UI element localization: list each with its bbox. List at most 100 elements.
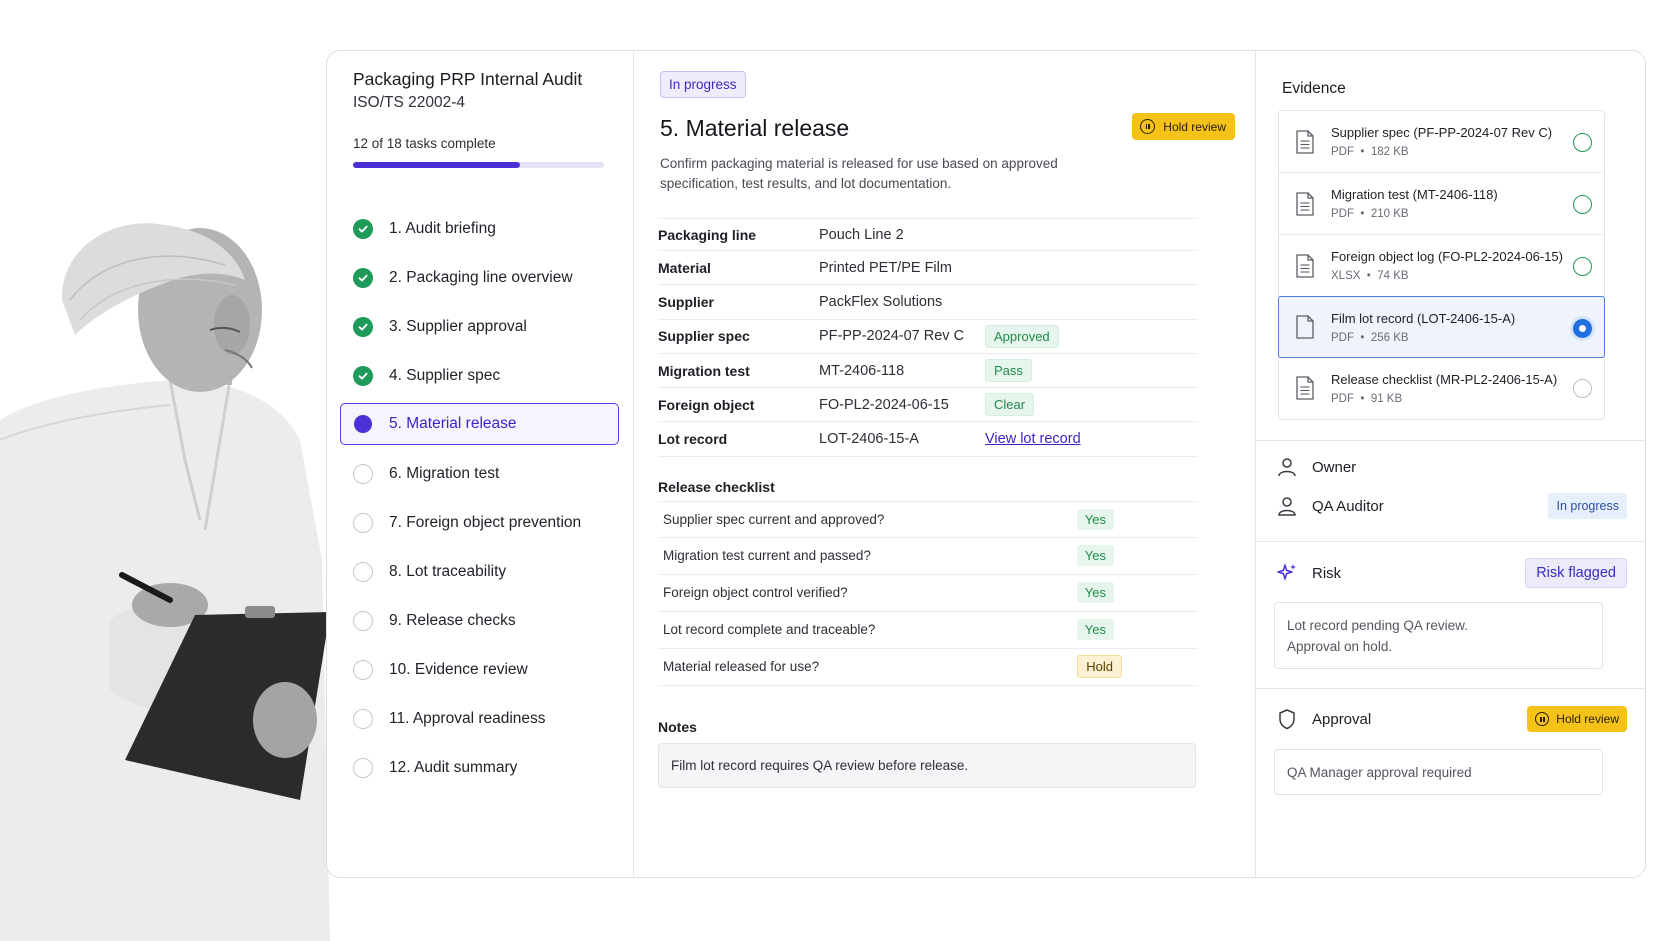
task-item[interactable]: 6. Migration test <box>340 449 619 498</box>
detail-value: Pouch Line 2 <box>819 226 904 243</box>
evidence-type: XLSX <box>1331 270 1361 282</box>
checklist-row: Supplier spec current and approved? Yes <box>658 500 1198 538</box>
divider <box>1256 440 1645 441</box>
progress-text: 12 of 18 tasks complete <box>353 136 496 151</box>
progress-bar-fill <box>353 162 521 168</box>
approval-note: QA Manager approval required <box>1274 749 1603 795</box>
task-item[interactable]: 10. Evidence review <box>340 645 619 694</box>
evidence-name: Supplier spec (PF-PP-2024-07 Rev C) <box>1331 125 1553 140</box>
user-icon <box>1278 497 1296 516</box>
shield-icon <box>1279 709 1295 730</box>
evidence-size: 182 KB <box>1370 146 1409 158</box>
evidence-meta: PDF • 210 KB <box>1331 208 1498 220</box>
task-label: 4. Supplier spec <box>389 366 501 384</box>
evidence-radio[interactable] <box>1573 319 1592 338</box>
separator-dot: • <box>1354 146 1371 158</box>
status-tag: Pass <box>985 359 1032 383</box>
detail-value: PF-PP-2024-07 Rev C <box>819 328 965 345</box>
owner-row: Owner <box>1276 456 1627 478</box>
check-circle-icon <box>353 365 373 386</box>
empty-circle-icon <box>353 561 373 582</box>
notes-field[interactable]: Film lot record requires QA review befor… <box>658 742 1196 788</box>
checklist-answer[interactable]: Yes <box>1076 508 1114 530</box>
checklist-answer[interactable]: Hold <box>1077 655 1122 679</box>
empty-circle-icon <box>353 512 373 533</box>
task-item[interactable]: 11. Approval readiness <box>340 694 619 743</box>
evidence-radio[interactable] <box>1573 195 1592 214</box>
hold-review-button[interactable]: Hold review <box>1132 113 1235 140</box>
document-icon <box>1296 129 1314 154</box>
detail-key: Foreign object <box>658 396 755 413</box>
pause-icon <box>1140 119 1156 134</box>
checklist-question: Supplier spec current and approved? <box>663 511 885 527</box>
evidence-size: 256 KB <box>1370 331 1409 344</box>
evidence-size: 210 KB <box>1370 208 1409 220</box>
checklist-row: Migration test current and passed? Yes <box>658 538 1198 575</box>
evidence-name: Film lot record (LOT-2406-15-A) <box>1331 310 1516 326</box>
approval-hold-badge[interactable]: Hold review <box>1527 706 1627 732</box>
evidence-item[interactable]: Migration test (MT-2406-118) PDF • 210 KB <box>1279 173 1604 235</box>
details-table: Packaging line Pouch Line 2 Material Printe… <box>658 218 1198 457</box>
evidence-item[interactable]: Foreign object log (FO-PL2-2024-06-15) XL… <box>1279 235 1604 297</box>
checklist-row: Material released for use? Hold <box>658 649 1198 686</box>
detail-row: Packaging line Pouch Line 2 <box>658 218 1198 251</box>
task-item[interactable]: 7. Foreign object prevention <box>340 498 619 547</box>
evidence-list: Supplier spec (PF-PP-2024-07 Rev C) PDF •… <box>1278 110 1605 420</box>
evidence-type: PDF <box>1331 208 1354 220</box>
empty-circle-icon <box>353 463 373 484</box>
checklist-row: Foreign object control verified? Yes <box>658 575 1198 612</box>
separator-dot: • <box>1360 270 1378 282</box>
detail-value: PackFlex Solutions <box>819 293 943 310</box>
risk-note: Lot record pending QA review. Approval o… <box>1274 602 1603 669</box>
risk-note-line: Approval on hold. <box>1287 639 1393 654</box>
evidence-meta: PDF • 182 KB <box>1331 146 1552 158</box>
document-icon <box>1296 376 1314 400</box>
progress-bar <box>353 162 604 168</box>
check-circle-icon <box>353 316 373 337</box>
evidence-type: PDF <box>1331 146 1354 158</box>
detail-value: LOT-2406-15-A <box>819 431 919 448</box>
task-item[interactable]: 4. Supplier spec <box>340 351 619 400</box>
evidence-item[interactable]: Film lot record (LOT-2406-15-A) PDF • 256… <box>1278 296 1605 358</box>
evidence-name: Foreign object log (FO-PL2-2024-06-15) <box>1331 249 1563 264</box>
risk-row: Risk Risk flagged <box>1276 558 1627 588</box>
checklist-row: Lot record complete and traceable? Yes <box>658 612 1198 649</box>
evidence-name: Migration test (MT-2406-118) <box>1331 187 1498 202</box>
checklist-heading: Release checklist <box>658 478 775 495</box>
checklist-answer[interactable]: Yes <box>1076 545 1114 567</box>
risk-flagged-badge[interactable]: Risk flagged <box>1525 558 1627 588</box>
task-item[interactable]: 5. Material release <box>340 403 619 445</box>
evidence-item[interactable]: Supplier spec (PF-PP-2024-07 Rev C) PDF •… <box>1279 111 1604 173</box>
task-label: 10. Evidence review <box>389 660 528 678</box>
sparkle-icon <box>1277 564 1296 580</box>
task-item[interactable]: 3. Supplier approval <box>340 302 619 351</box>
evidence-radio[interactable] <box>1573 133 1592 152</box>
evidence-radio[interactable] <box>1573 257 1592 276</box>
task-item[interactable]: 8. Lot traceability <box>340 547 619 596</box>
task-item[interactable]: 1. Audit briefing <box>340 204 619 253</box>
task-item[interactable]: 2. Packaging line overview <box>340 253 619 302</box>
task-label: 9. Release checks <box>389 611 516 629</box>
checklist-question: Foreign object control verified? <box>663 585 848 601</box>
checklist-answer[interactable]: Yes <box>1076 582 1114 604</box>
detail-value: Printed PET/PE Film <box>819 259 952 276</box>
evidence-heading: Evidence <box>1282 80 1346 97</box>
evidence-item[interactable]: Release checklist (MR-PL2-2406-15-A) PDF … <box>1279 357 1604 419</box>
view-lot-record-link[interactable]: View lot record <box>985 431 1081 447</box>
evidence-radio[interactable] <box>1573 379 1592 398</box>
check-circle-icon <box>353 267 373 288</box>
task-list: 1. Audit briefing 2. Packaging line overv… <box>340 204 619 792</box>
task-label: 7. Foreign object prevention <box>389 513 582 531</box>
empty-circle-icon <box>353 708 373 729</box>
empty-circle-icon <box>353 610 373 631</box>
checklist-answer[interactable]: Yes <box>1076 619 1114 641</box>
task-item[interactable]: 12. Audit summary <box>340 743 619 792</box>
audit-card: Packaging PRP Internal Audit ISO/TS 2200… <box>326 50 1646 878</box>
task-label: 11. Approval readiness <box>389 709 546 727</box>
task-item[interactable]: 9. Release checks <box>340 596 619 645</box>
auditor-photo <box>0 223 330 941</box>
risk-label: Risk <box>1312 564 1342 582</box>
separator-dot: • <box>1354 331 1371 344</box>
evidence-meta: PDF • 256 KB <box>1331 332 1515 344</box>
status-tag: Clear <box>985 393 1035 417</box>
